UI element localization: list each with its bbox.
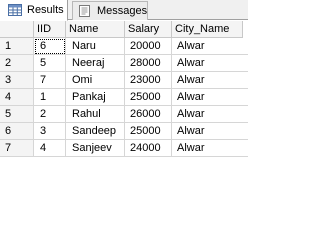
cell-iid[interactable]: 1 bbox=[34, 89, 66, 106]
cell-salary[interactable]: 25000 bbox=[125, 123, 172, 140]
cell-city-name[interactable]: Alwar bbox=[172, 72, 248, 89]
result-tabstrip: Results Messages bbox=[0, 0, 248, 21]
cell-name[interactable]: Sandeep bbox=[66, 123, 125, 140]
cell-salary[interactable]: 25000 bbox=[125, 89, 172, 106]
cell-name[interactable]: Neeraj bbox=[66, 55, 125, 72]
table-row[interactable]: 4 1 Pankaj 25000 Alwar bbox=[0, 89, 248, 106]
grid-header-row: IID Name Salary City_Name bbox=[0, 21, 248, 38]
row-number[interactable]: 5 bbox=[0, 106, 34, 123]
row-number[interactable]: 6 bbox=[0, 123, 34, 140]
tab-results-label: Results bbox=[27, 4, 64, 16]
cell-name[interactable]: Pankaj bbox=[66, 89, 125, 106]
cell-city-name[interactable]: Alwar bbox=[172, 106, 248, 123]
cell-iid[interactable]: 2 bbox=[34, 106, 66, 123]
row-number-header[interactable] bbox=[0, 21, 34, 38]
cell-name[interactable]: Omi bbox=[66, 72, 125, 89]
cell-name[interactable]: Sanjeev bbox=[66, 140, 125, 157]
table-row[interactable]: 3 7 Omi 23000 Alwar bbox=[0, 72, 248, 89]
table-row[interactable]: 2 5 Neeraj 28000 Alwar bbox=[0, 55, 248, 72]
cell-city-name[interactable]: Alwar bbox=[172, 140, 248, 157]
results-grid[interactable]: IID Name Salary City_Name 1 6 Naru 20000… bbox=[0, 21, 248, 240]
cell-name[interactable]: Rahul bbox=[66, 106, 125, 123]
cell-city-name[interactable]: Alwar bbox=[172, 55, 248, 72]
cell-city-name[interactable]: Alwar bbox=[172, 89, 248, 106]
row-number[interactable]: 3 bbox=[0, 72, 34, 89]
column-header-iid[interactable]: IID bbox=[34, 21, 66, 38]
tab-results[interactable]: Results bbox=[0, 0, 68, 21]
cell-salary[interactable]: 24000 bbox=[125, 140, 172, 157]
tab-messages[interactable]: Messages bbox=[72, 1, 148, 20]
results-grid-icon bbox=[8, 4, 22, 16]
table-row[interactable]: 7 4 Sanjeev 24000 Alwar bbox=[0, 140, 248, 157]
cell-city-name[interactable]: Alwar bbox=[172, 38, 248, 55]
cell-salary[interactable]: 23000 bbox=[125, 72, 172, 89]
table-row[interactable]: 6 3 Sandeep 25000 Alwar bbox=[0, 123, 248, 140]
row-number[interactable]: 4 bbox=[0, 89, 34, 106]
cell-salary[interactable]: 28000 bbox=[125, 55, 172, 72]
cell-salary[interactable]: 20000 bbox=[125, 38, 172, 55]
cell-iid[interactable]: 3 bbox=[34, 123, 66, 140]
row-number[interactable]: 1 bbox=[0, 38, 34, 55]
table-row[interactable]: 5 2 Rahul 26000 Alwar bbox=[0, 106, 248, 123]
table-row[interactable]: 1 6 Naru 20000 Alwar bbox=[0, 38, 248, 55]
column-header-city-name[interactable]: City_Name bbox=[172, 21, 243, 38]
cell-city-name[interactable]: Alwar bbox=[172, 123, 248, 140]
row-number[interactable]: 7 bbox=[0, 140, 34, 157]
cell-name[interactable]: Naru bbox=[66, 38, 125, 55]
cell-iid[interactable]: 5 bbox=[34, 55, 66, 72]
tab-messages-label: Messages bbox=[97, 5, 148, 17]
cell-iid[interactable]: 4 bbox=[34, 140, 66, 157]
row-number[interactable]: 2 bbox=[0, 55, 34, 72]
column-header-name[interactable]: Name bbox=[66, 21, 125, 38]
cell-iid[interactable]: 6 bbox=[34, 38, 66, 55]
cell-iid[interactable]: 7 bbox=[34, 72, 66, 89]
column-header-salary[interactable]: Salary bbox=[125, 21, 172, 38]
cell-salary[interactable]: 26000 bbox=[125, 106, 172, 123]
messages-document-icon bbox=[78, 5, 92, 17]
